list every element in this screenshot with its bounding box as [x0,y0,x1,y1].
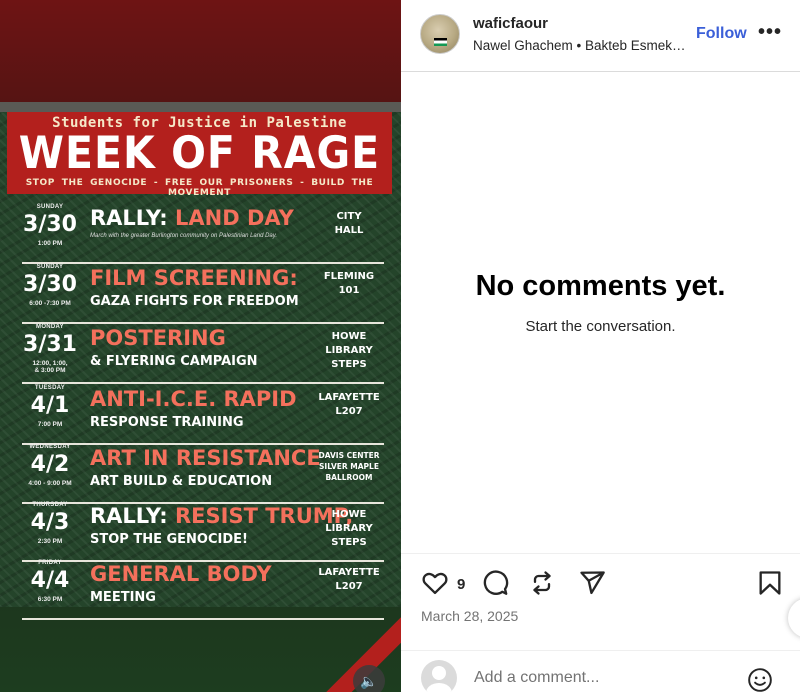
event-date: 3/30 [23,272,77,297]
event-location: LAFAYETTE L207 [318,392,380,417]
event-time: 6:00 -7:30 PM [29,300,71,307]
share-icon[interactable] [528,569,556,597]
poster-event: TUESDAY 4/1 7:00 PM ANTI-I.C.E. RAPID RESPON… [22,385,384,445]
event-date: 4/3 [30,510,70,535]
poster-event: SUNDAY 3/30 1:00 PM RALLY: LAND DAY March wi… [22,204,384,264]
event-subtitle: & FLYERING CAMPAIGN [90,354,258,369]
event-time: 1:00 PM [37,240,63,247]
post-header: waficfaour Nawel Ghachem • Bakteb Esmek…… [401,0,800,72]
event-location: LAFAYETTE L207 [318,567,380,592]
event-location: CITY HALL [334,211,364,236]
event-poster: Students for Justice in Palestine WEEK O… [0,102,401,692]
event-day: SUNDAY [36,204,64,210]
poster-title: WEEK OF RAGE [18,127,381,179]
event-day: MONDAY [36,324,64,330]
emoji-icon[interactable] [747,667,773,692]
poster-event: MONDAY 3/31 12:00, 1:00, & 3:00 PM POSTERIN… [22,324,384,384]
poster-banner: Students for Justice in Palestine WEEK O… [7,112,392,198]
event-subtitle: RESPONSE TRAINING [90,415,244,430]
heart-icon[interactable] [421,569,449,597]
event-subtitle: GAZA FIGHTS FOR FREEDOM [90,294,299,309]
event-location: HOWE LIBRARY STEPS [325,331,373,370]
comment-composer: Add a comment... [401,650,800,692]
post-details-panel: waficfaour Nawel Ghachem • Bakteb Esmek…… [401,0,800,692]
event-date: 3/30 [23,212,77,237]
event-day: FRIDAY [38,560,62,566]
audio-subtitle[interactable]: Nawel Ghachem • Bakteb Esmek… [473,38,686,53]
poster-event: FRIDAY 4/4 6:30 PM GENERAL BODY MEETING LAFAY… [22,560,384,620]
poster-event: WEDNESDAY 4/2 4:00 - 9:00 PM ART IN RESISTA… [22,444,384,504]
event-note: March with the greater Burlington commun… [90,233,277,239]
post-media[interactable]: Students for Justice in Palestine WEEK O… [0,0,401,692]
flag-icon [434,38,447,46]
author-username[interactable]: waficfaour [473,15,548,32]
poster-tagline: STOP THE GENOCIDE - FREE OUR PRISONERS -… [25,178,374,198]
current-user-avatar [421,660,457,692]
event-title: ANTI-I.C.E. RAPID [90,387,297,411]
audio-toggle-icon[interactable]: 🔈 [353,665,385,692]
event-title: FILM SCREENING: [90,266,298,290]
author-avatar[interactable] [420,14,460,54]
event-day: SUNDAY [36,264,64,270]
event-subtitle: ART BUILD & EDUCATION [90,474,273,489]
send-icon[interactable] [578,569,606,597]
no-comments-subtitle: Start the conversation. [525,318,676,335]
poster-event: SUNDAY 3/30 6:00 -7:30 PM FILM SCREENING: GA… [22,264,384,324]
event-title: RALLY: LAND DAY [90,206,294,230]
event-location: FLEMING 101 [323,271,375,296]
event-time: 2:30 PM [37,538,63,545]
post-date[interactable]: March 28, 2025 [421,608,518,624]
event-title: GENERAL BODY [90,562,272,586]
event-subtitle: MEETING [90,590,156,605]
event-title: ART IN RESISTANCE [90,446,321,470]
event-date: 4/4 [30,568,70,593]
event-day: TUESDAY [34,385,66,391]
event-subtitle: STOP THE GENOCIDE! [90,532,248,547]
comment-input[interactable]: Add a comment... [474,669,599,687]
event-date: 4/2 [30,452,70,477]
no-comments-title: No comments yet. [475,270,726,302]
event-time: 12:00, 1:00, & 3:00 PM [32,360,68,374]
poster-event: THURSDAY 4/3 2:30 PM RALLY: RESIST TRUMP, ST… [22,502,384,562]
event-location: DAVIS CENTER SILVER MAPLE BALLROOM [318,451,380,482]
event-title: POSTERING [90,326,226,350]
event-day: WEDNESDAY [29,444,71,450]
post-actions: 9 March 28, 2025 [401,553,800,643]
event-location: HOWE LIBRARY STEPS [325,509,373,548]
event-date: 4/1 [30,393,70,418]
event-date: 3/31 [23,332,77,357]
event-time: 6:30 PM [37,596,63,603]
event-day: THURSDAY [32,502,68,508]
event-time: 7:00 PM [37,421,63,428]
follow-button[interactable]: Follow [696,25,747,43]
comment-icon[interactable] [481,569,509,597]
like-count[interactable]: 9 [457,576,465,593]
more-options-icon[interactable]: ••• [758,21,782,44]
event-time: 4:00 - 9:00 PM [28,480,72,487]
bookmark-icon[interactable] [756,569,784,597]
